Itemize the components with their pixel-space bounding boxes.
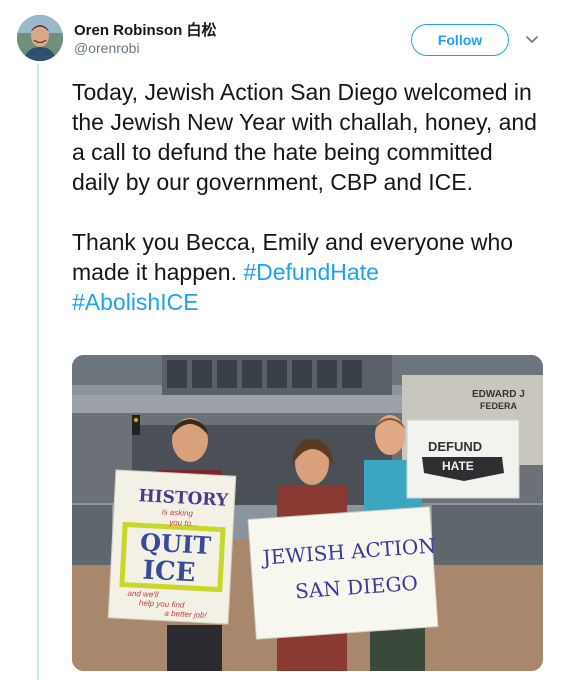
sign-history-quit-ice: HISTORY is asking you to... QUIT ICE and… — [107, 469, 237, 625]
author-handle[interactable]: @orenrobi — [74, 40, 140, 56]
sign-right-line2: HATE — [442, 459, 474, 473]
building-sign-line1: EDWARD J — [472, 389, 525, 400]
hashtag-abolishice[interactable]: #AbolishICE — [72, 289, 199, 315]
tweet-text: Today, Jewish Action San Diego welcomed … — [72, 77, 542, 317]
tweet-photo[interactable]: EDWARD J FEDERA HISTORY is asking you to… — [72, 355, 543, 671]
tweet-paragraph-2: Thank you Becca, Emily and everyone who … — [72, 227, 542, 317]
sign-jewish-action-san-diego: JEWISH ACTION SAN DIEGO — [247, 506, 439, 640]
sign-left-line3: you to... — [168, 518, 198, 529]
building-sign-line2: FEDERA — [480, 401, 518, 411]
sign-left-line2: is asking — [162, 507, 194, 518]
hashtag-defundhate[interactable]: #DefundHate — [243, 259, 379, 285]
sign-left-line5: ICE — [142, 556, 196, 589]
author-name[interactable]: Oren Robinson 白松 — [74, 19, 217, 40]
sign-defund-hate: DEFUND HATE — [406, 419, 520, 499]
thread-line — [37, 64, 39, 680]
avatar[interactable] — [17, 15, 63, 61]
sign-right-line1: DEFUND — [428, 439, 482, 454]
tweet-paragraph-1: Today, Jewish Action San Diego welcomed … — [72, 79, 537, 195]
chevron-down-icon[interactable] — [524, 31, 540, 47]
follow-button[interactable]: Follow — [411, 24, 509, 56]
